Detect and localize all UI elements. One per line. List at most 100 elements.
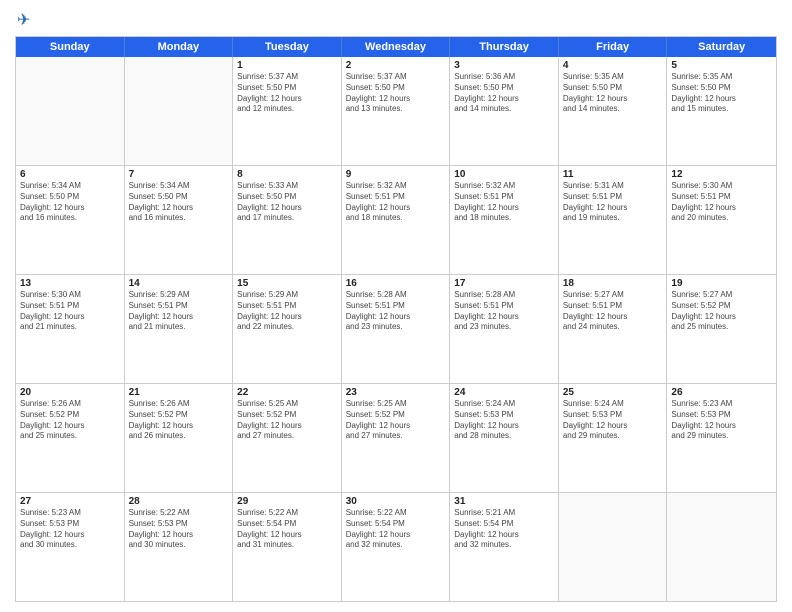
logo-icon: ✈ [17,10,30,30]
day-info: Sunrise: 5:23 AM Sunset: 5:53 PM Dayligh… [20,508,120,551]
day-number: 10 [454,169,554,180]
day-info: Sunrise: 5:36 AM Sunset: 5:50 PM Dayligh… [454,72,554,115]
day-number: 24 [454,387,554,398]
header-day-thursday: Thursday [450,37,559,57]
calendar-cell-1: 1Sunrise: 5:37 AM Sunset: 5:50 PM Daylig… [233,57,342,165]
day-info: Sunrise: 5:35 AM Sunset: 5:50 PM Dayligh… [563,72,663,115]
calendar-cell-14: 14Sunrise: 5:29 AM Sunset: 5:51 PM Dayli… [125,275,234,383]
calendar-cell-19: 19Sunrise: 5:27 AM Sunset: 5:52 PM Dayli… [667,275,776,383]
day-number: 18 [563,278,663,289]
day-number: 4 [563,60,663,71]
calendar-cell-11: 11Sunrise: 5:31 AM Sunset: 5:51 PM Dayli… [559,166,668,274]
day-info: Sunrise: 5:32 AM Sunset: 5:51 PM Dayligh… [346,181,446,224]
header-day-friday: Friday [559,37,668,57]
day-info: Sunrise: 5:30 AM Sunset: 5:51 PM Dayligh… [20,290,120,333]
calendar-cell-4: 4Sunrise: 5:35 AM Sunset: 5:50 PM Daylig… [559,57,668,165]
calendar-cell-9: 9Sunrise: 5:32 AM Sunset: 5:51 PM Daylig… [342,166,451,274]
day-number: 17 [454,278,554,289]
calendar-week-1: 1Sunrise: 5:37 AM Sunset: 5:50 PM Daylig… [16,57,776,166]
calendar-cell-16: 16Sunrise: 5:28 AM Sunset: 5:51 PM Dayli… [342,275,451,383]
day-number: 28 [129,496,229,507]
day-info: Sunrise: 5:27 AM Sunset: 5:51 PM Dayligh… [563,290,663,333]
day-number: 3 [454,60,554,71]
day-number: 22 [237,387,337,398]
day-number: 9 [346,169,446,180]
day-info: Sunrise: 5:22 AM Sunset: 5:54 PM Dayligh… [346,508,446,551]
day-number: 23 [346,387,446,398]
day-info: Sunrise: 5:26 AM Sunset: 5:52 PM Dayligh… [20,399,120,442]
header-day-tuesday: Tuesday [233,37,342,57]
calendar-cell-27: 27Sunrise: 5:23 AM Sunset: 5:53 PM Dayli… [16,493,125,601]
calendar-cell-18: 18Sunrise: 5:27 AM Sunset: 5:51 PM Dayli… [559,275,668,383]
day-number: 15 [237,278,337,289]
calendar-header-row: SundayMondayTuesdayWednesdayThursdayFrid… [16,37,776,57]
calendar-cell-13: 13Sunrise: 5:30 AM Sunset: 5:51 PM Dayli… [16,275,125,383]
calendar-cell-30: 30Sunrise: 5:22 AM Sunset: 5:54 PM Dayli… [342,493,451,601]
calendar-cell-3: 3Sunrise: 5:36 AM Sunset: 5:50 PM Daylig… [450,57,559,165]
calendar-cell-24: 24Sunrise: 5:24 AM Sunset: 5:53 PM Dayli… [450,384,559,492]
day-info: Sunrise: 5:24 AM Sunset: 5:53 PM Dayligh… [454,399,554,442]
day-info: Sunrise: 5:30 AM Sunset: 5:51 PM Dayligh… [671,181,772,224]
day-info: Sunrise: 5:37 AM Sunset: 5:50 PM Dayligh… [346,72,446,115]
day-info: Sunrise: 5:25 AM Sunset: 5:52 PM Dayligh… [346,399,446,442]
calendar-cell-21: 21Sunrise: 5:26 AM Sunset: 5:52 PM Dayli… [125,384,234,492]
calendar-cell-28: 28Sunrise: 5:22 AM Sunset: 5:53 PM Dayli… [125,493,234,601]
day-number: 16 [346,278,446,289]
calendar-cell-empty-4-6 [667,493,776,601]
header-day-sunday: Sunday [16,37,125,57]
day-info: Sunrise: 5:31 AM Sunset: 5:51 PM Dayligh… [563,181,663,224]
day-info: Sunrise: 5:28 AM Sunset: 5:51 PM Dayligh… [346,290,446,333]
calendar-cell-8: 8Sunrise: 5:33 AM Sunset: 5:50 PM Daylig… [233,166,342,274]
day-info: Sunrise: 5:34 AM Sunset: 5:50 PM Dayligh… [129,181,229,224]
day-number: 6 [20,169,120,180]
calendar-cell-7: 7Sunrise: 5:34 AM Sunset: 5:50 PM Daylig… [125,166,234,274]
calendar-cell-31: 31Sunrise: 5:21 AM Sunset: 5:54 PM Dayli… [450,493,559,601]
day-number: 26 [671,387,772,398]
calendar-cell-5: 5Sunrise: 5:35 AM Sunset: 5:50 PM Daylig… [667,57,776,165]
calendar-week-2: 6Sunrise: 5:34 AM Sunset: 5:50 PM Daylig… [16,166,776,275]
day-info: Sunrise: 5:32 AM Sunset: 5:51 PM Dayligh… [454,181,554,224]
calendar: SundayMondayTuesdayWednesdayThursdayFrid… [15,36,777,602]
header-day-wednesday: Wednesday [342,37,451,57]
calendar-cell-2: 2Sunrise: 5:37 AM Sunset: 5:50 PM Daylig… [342,57,451,165]
header-day-saturday: Saturday [667,37,776,57]
calendar-cell-15: 15Sunrise: 5:29 AM Sunset: 5:51 PM Dayli… [233,275,342,383]
day-number: 2 [346,60,446,71]
calendar-cell-10: 10Sunrise: 5:32 AM Sunset: 5:51 PM Dayli… [450,166,559,274]
day-info: Sunrise: 5:29 AM Sunset: 5:51 PM Dayligh… [237,290,337,333]
day-number: 5 [671,60,772,71]
day-number: 12 [671,169,772,180]
day-number: 31 [454,496,554,507]
day-info: Sunrise: 5:28 AM Sunset: 5:51 PM Dayligh… [454,290,554,333]
day-number: 30 [346,496,446,507]
calendar-cell-12: 12Sunrise: 5:30 AM Sunset: 5:51 PM Dayli… [667,166,776,274]
calendar-week-4: 20Sunrise: 5:26 AM Sunset: 5:52 PM Dayli… [16,384,776,493]
day-info: Sunrise: 5:21 AM Sunset: 5:54 PM Dayligh… [454,508,554,551]
day-number: 27 [20,496,120,507]
day-info: Sunrise: 5:22 AM Sunset: 5:53 PM Dayligh… [129,508,229,551]
day-info: Sunrise: 5:24 AM Sunset: 5:53 PM Dayligh… [563,399,663,442]
day-info: Sunrise: 5:29 AM Sunset: 5:51 PM Dayligh… [129,290,229,333]
calendar-cell-6: 6Sunrise: 5:34 AM Sunset: 5:50 PM Daylig… [16,166,125,274]
day-number: 8 [237,169,337,180]
day-info: Sunrise: 5:37 AM Sunset: 5:50 PM Dayligh… [237,72,337,115]
calendar-cell-empty-4-5 [559,493,668,601]
day-number: 13 [20,278,120,289]
day-number: 1 [237,60,337,71]
calendar-cell-empty-0-1 [125,57,234,165]
day-info: Sunrise: 5:26 AM Sunset: 5:52 PM Dayligh… [129,399,229,442]
day-info: Sunrise: 5:22 AM Sunset: 5:54 PM Dayligh… [237,508,337,551]
day-number: 21 [129,387,229,398]
calendar-week-5: 27Sunrise: 5:23 AM Sunset: 5:53 PM Dayli… [16,493,776,601]
calendar-week-3: 13Sunrise: 5:30 AM Sunset: 5:51 PM Dayli… [16,275,776,384]
calendar-cell-22: 22Sunrise: 5:25 AM Sunset: 5:52 PM Dayli… [233,384,342,492]
day-info: Sunrise: 5:35 AM Sunset: 5:50 PM Dayligh… [671,72,772,115]
day-number: 14 [129,278,229,289]
header: ✈ [15,10,777,28]
day-number: 7 [129,169,229,180]
day-info: Sunrise: 5:23 AM Sunset: 5:53 PM Dayligh… [671,399,772,442]
day-info: Sunrise: 5:33 AM Sunset: 5:50 PM Dayligh… [237,181,337,224]
day-info: Sunrise: 5:27 AM Sunset: 5:52 PM Dayligh… [671,290,772,333]
day-info: Sunrise: 5:34 AM Sunset: 5:50 PM Dayligh… [20,181,120,224]
calendar-page: ✈ SundayMondayTuesdayWednesdayThursdayFr… [0,0,792,612]
